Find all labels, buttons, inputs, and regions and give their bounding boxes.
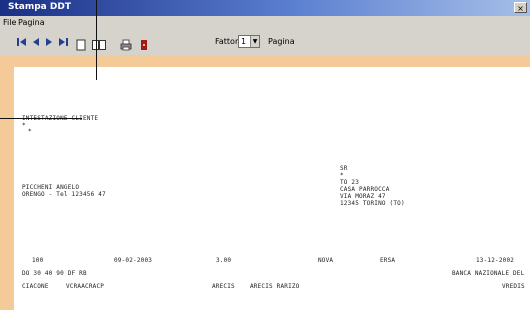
prev-page-icon[interactable] — [31, 36, 40, 48]
print-preview-window: Stampa DDT × File Pagina Fattore 1 ▼ Pag… — [0, 0, 530, 310]
doc-heading-sub2: * — [28, 128, 32, 135]
doc-heading-sub1: * — [22, 122, 26, 129]
print-icon[interactable] — [120, 36, 132, 51]
window-title: Stampa DDT — [8, 2, 71, 12]
document-page: INTESTAZIONE CLIENTE * * PICCHENI ANGELO… — [14, 67, 530, 310]
customer-address: ORENGO - Tel 123456 47 — [22, 191, 106, 198]
row1-col4: NOVA — [318, 257, 334, 264]
row3-col4: ARECIS RARIZO — [250, 283, 300, 290]
two-pages-icon[interactable] — [92, 36, 106, 50]
row1-col1: 100 — [32, 257, 44, 264]
title-bar[interactable]: Stampa DDT × — [0, 0, 530, 16]
toolbar: Fattore 1 ▼ Pagina — [0, 29, 530, 56]
menu-pagina[interactable]: Pagina — [18, 16, 45, 29]
row3-col5: VREDIS — [502, 283, 525, 290]
row2-left: DO 30 40 90 DF RB — [22, 270, 87, 277]
menu-bar: File Pagina — [0, 16, 530, 29]
dest-line4: CASA PARROCCA — [340, 186, 390, 193]
row1-col2: 09-02-2003 — [114, 257, 153, 264]
row1-col6: 13-12-2002 — [476, 257, 515, 264]
row3-col2: VCRAACRACP — [66, 283, 105, 290]
next-page-icon[interactable] — [45, 36, 54, 48]
row3-col1: CIACONE — [22, 283, 49, 290]
page-icon[interactable] — [76, 36, 86, 51]
dest-line3: TO 23 — [340, 179, 360, 186]
last-page-icon[interactable] — [59, 36, 68, 48]
customer-name: PICCHENI ANGELO — [22, 184, 80, 191]
menu-file[interactable]: File — [3, 16, 16, 29]
preview-area[interactable]: INTESTAZIONE CLIENTE * * PICCHENI ANGELO… — [0, 55, 530, 310]
zoom-value: 1 — [241, 37, 247, 46]
row2-right: BANCA NAZIONALE DEL — [452, 270, 525, 277]
row3-col3: ARECIS — [212, 283, 235, 290]
close-button[interactable]: × — [514, 2, 527, 13]
dest-line2: * — [340, 172, 344, 179]
exit-icon[interactable] — [140, 36, 148, 50]
horizontal-annotation-line — [0, 118, 82, 119]
vertical-annotation-line — [96, 0, 97, 80]
dest-line1: SR — [340, 165, 348, 172]
row1-col3: 3.00 — [216, 257, 232, 264]
row1-col5: ERSA — [380, 257, 396, 264]
zoom-select[interactable]: 1 ▼ — [238, 35, 260, 48]
dest-line5: VIA MORAZ 47 — [340, 193, 386, 200]
pages-label: Pagina — [268, 37, 295, 46]
chevron-down-icon[interactable]: ▼ — [250, 36, 259, 47]
first-page-icon[interactable] — [17, 36, 26, 48]
dest-line6: 12345 TORINO (TO) — [340, 200, 405, 207]
